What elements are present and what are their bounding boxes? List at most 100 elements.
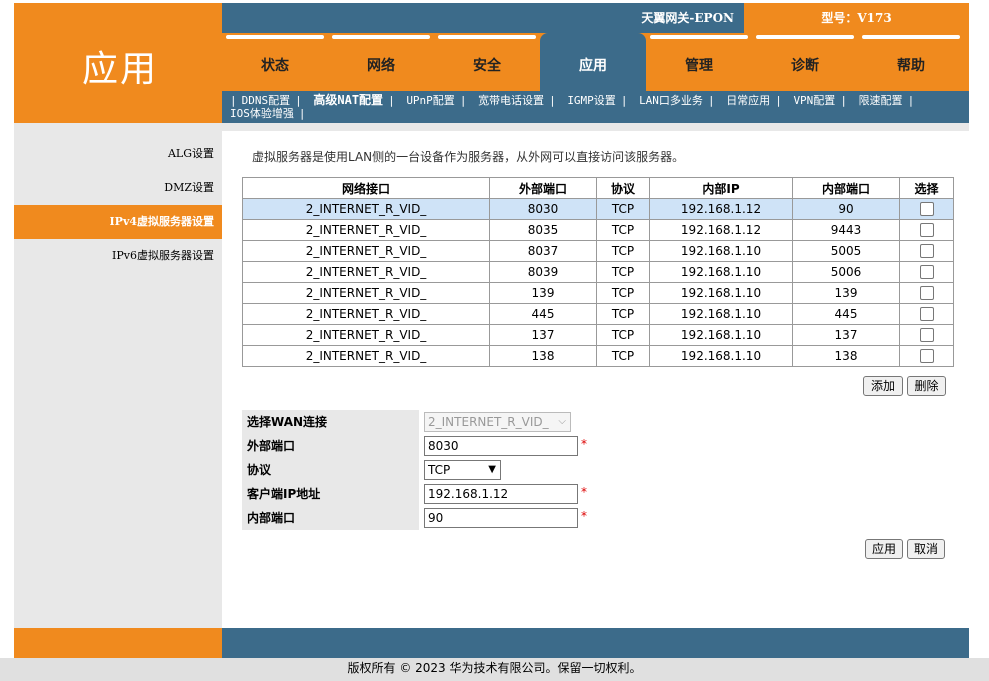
client-ip-label: 客户端IP地址 <box>247 487 321 501</box>
table-row[interactable]: 2_INTERNET_R_VID_ 137 TCP 192.168.1.10 137 <box>242 324 954 346</box>
menu-item-label: 管理 <box>685 58 713 74</box>
ext-port-label: 外部端口 <box>247 439 296 453</box>
table-row[interactable]: 2_INTERNET_R_VID_ 8039 TCP 192.168.1.10 5006 <box>242 261 954 283</box>
row-checkbox[interactable] <box>919 307 934 322</box>
column-header: 网络接口 <box>242 177 490 199</box>
row-checkbox[interactable] <box>919 328 934 343</box>
table-cell: 2_INTERNET_R_VID_ <box>242 324 490 346</box>
table-cell: 192.168.1.10 <box>649 282 793 304</box>
submenu-item-10[interactable]: IOS体验增强 <box>230 107 294 120</box>
menu-item-6[interactable]: 诊断 <box>752 33 858 91</box>
table-cell: 2_INTERNET_R_VID_ <box>242 303 490 325</box>
int-port-input[interactable]: 90 <box>424 508 578 528</box>
column-header: 外部端口 <box>489 177 597 199</box>
virtual-server-table: 网络接口 外部端口 协议 内部IP 内部端口 选择 2_INTERNET_R_VID_ 80… <box>242 177 954 367</box>
menu-item-4[interactable]: 应用 <box>540 33 646 91</box>
row-checkbox[interactable] <box>919 244 934 259</box>
submenu-item-5[interactable]: IGMP设置 <box>567 94 616 107</box>
add-button[interactable]: 添加 <box>863 376 903 396</box>
model-label: 型号：V173 <box>744 3 969 33</box>
menu-item-1[interactable]: 状态 <box>222 33 328 91</box>
select-cell <box>899 345 954 367</box>
menu-item-7[interactable]: 帮助 <box>858 33 964 91</box>
submenu: | DDNS配置 | 高级NAT配置 | UPnP配置 | 宽带电话设置 | IGMP设置… <box>230 93 966 121</box>
intro-text: 虚拟服务器是使用LAN侧的一台设备作为服务器，从外网可以直接访问该服务器。 <box>252 150 685 164</box>
wan-select[interactable]: 2_INTERNET_R_VID_ ⌵ <box>424 412 571 432</box>
copyright: 版权所有 © 2023 华为技术有限公司。保留一切权利。 <box>0 658 989 681</box>
table-cell: 138 <box>489 345 597 367</box>
sidebar-item-4[interactable]: IPv6虚拟服务器设置 <box>14 239 222 273</box>
menu-item-2[interactable]: 网络 <box>328 33 434 91</box>
submenu-separator: | <box>298 107 306 120</box>
protocol-select[interactable]: TCP ▼ <box>424 460 501 480</box>
protocol-select-value: TCP <box>428 463 451 477</box>
table-cell: TCP <box>596 303 650 325</box>
submenu-item-4[interactable]: 宽带电话设置 <box>478 94 544 107</box>
submenu-item-3[interactable]: UPnP配置 <box>406 94 455 107</box>
submenu-separator: | <box>707 94 715 107</box>
wan-select-value: 2_INTERNET_R_VID_ <box>428 415 549 429</box>
submenu-item-8[interactable]: VPN配置 <box>793 94 835 107</box>
row-checkbox[interactable] <box>919 223 934 238</box>
column-header: 协议 <box>596 177 650 199</box>
menu-tab-cap <box>862 35 960 39</box>
gateway-name: 天翼网关-EPON <box>641 11 734 25</box>
submenu-item-9[interactable]: 限速配置 <box>859 94 903 107</box>
submenu-item-2[interactable]: 高级NAT配置 <box>313 93 383 107</box>
apply-button[interactable]: 应用 <box>865 539 903 559</box>
table-cell: 90 <box>792 198 900 220</box>
sidebar-item-3[interactable]: IPv4虚拟服务器设置 <box>14 205 222 239</box>
table-cell: 2_INTERNET_R_VID_ <box>242 282 490 304</box>
required-mark: * <box>581 485 587 499</box>
table-cell: 192.168.1.10 <box>649 303 793 325</box>
submenu-item-1[interactable]: DDNS配置 <box>242 94 291 107</box>
table-row[interactable]: 2_INTERNET_R_VID_ 8035 TCP 192.168.1.12 9443 <box>242 219 954 241</box>
client-ip-input[interactable]: 192.168.1.12 <box>424 484 578 504</box>
select-cell <box>899 219 954 241</box>
select-cell <box>899 282 954 304</box>
table-cell: 137 <box>489 324 597 346</box>
table-cell: 138 <box>792 345 900 367</box>
menu-tab-cap <box>226 35 324 39</box>
menu-item-5[interactable]: 管理 <box>646 33 752 91</box>
row-checkbox[interactable] <box>919 286 934 301</box>
menu-item-label: 诊断 <box>791 58 819 74</box>
sidebar-item-2[interactable]: DMZ设置 <box>14 171 222 205</box>
sidebar-item-1[interactable]: ALG设置 <box>14 137 222 171</box>
cancel-button[interactable]: 取消 <box>907 539 945 559</box>
submenu-item-7[interactable]: 日常应用 <box>726 94 770 107</box>
table-cell: 8030 <box>489 198 597 220</box>
table-cell: 8035 <box>489 219 597 241</box>
table-row[interactable]: 2_INTERNET_R_VID_ 139 TCP 192.168.1.10 139 <box>242 282 954 304</box>
table-cell: 2_INTERNET_R_VID_ <box>242 240 490 262</box>
table-cell: TCP <box>596 240 650 262</box>
table-cell: 192.168.1.10 <box>649 324 793 346</box>
submenu-separator: | <box>775 94 782 107</box>
required-mark: * <box>581 437 587 451</box>
row-checkbox[interactable] <box>919 349 934 364</box>
column-header: 内部端口 <box>792 177 900 199</box>
table-cell: TCP <box>596 219 650 241</box>
page-title: 应用 <box>82 49 159 90</box>
table-row[interactable]: 2_INTERNET_R_VID_ 8037 TCP 192.168.1.10 5005 <box>242 240 954 262</box>
table-row[interactable]: 2_INTERNET_R_VID_ 445 TCP 192.168.1.10 445 <box>242 303 954 325</box>
table-row[interactable]: 2_INTERNET_R_VID_ 8030 TCP 192.168.1.12 90 <box>242 198 954 220</box>
table-row[interactable]: 2_INTERNET_R_VID_ 138 TCP 192.168.1.10 138 <box>242 345 954 367</box>
table-cell: 445 <box>792 303 900 325</box>
table-cell: 192.168.1.10 <box>649 261 793 283</box>
table-cell: 139 <box>792 282 900 304</box>
menu-tab-cap <box>438 35 536 39</box>
table-cell: 2_INTERNET_R_VID_ <box>242 219 490 241</box>
table-cell: TCP <box>596 345 650 367</box>
menu-item-label: 状态 <box>261 58 289 74</box>
table-cell: 8039 <box>489 261 597 283</box>
delete-button[interactable]: 删除 <box>907 376 946 396</box>
select-cell <box>899 198 954 220</box>
submenu-item-6[interactable]: LAN口多业务 <box>639 94 703 107</box>
menu-item-label: 应用 <box>579 58 607 74</box>
ext-port-input[interactable]: 8030 <box>424 436 578 456</box>
menu-item-3[interactable]: 安全 <box>434 33 540 91</box>
row-checkbox[interactable] <box>919 265 934 280</box>
row-checkbox[interactable] <box>919 202 934 217</box>
submenu-separator: | <box>549 94 556 107</box>
